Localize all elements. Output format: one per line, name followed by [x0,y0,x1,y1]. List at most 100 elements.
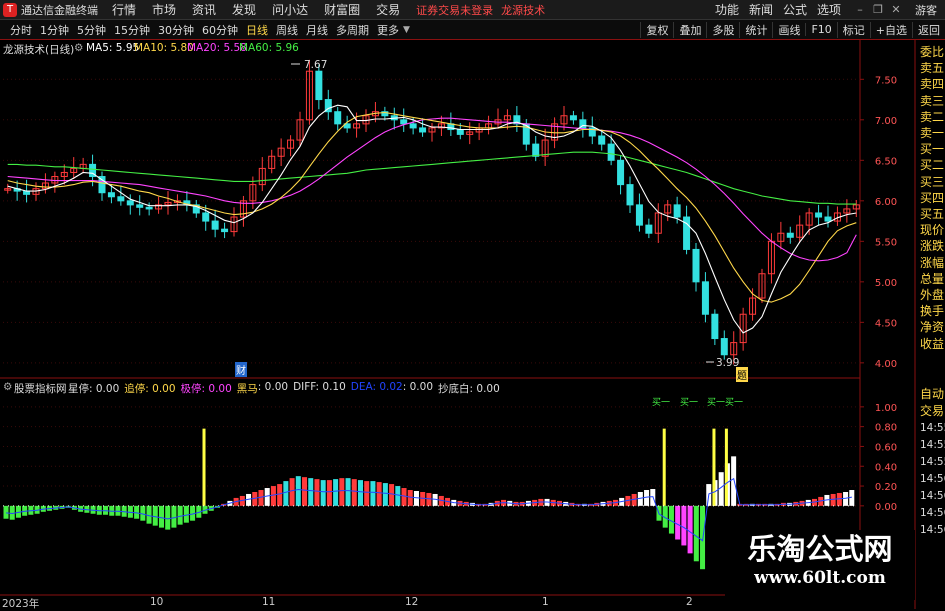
side-panel-item[interactable]: 净资 [920,319,945,335]
period-30min[interactable]: 30分钟 [154,22,198,38]
side-panel-item[interactable]: 买二 [920,157,945,173]
menu-market[interactable]: 市场 [152,1,176,18]
candle-body [136,204,144,208]
side-panel-trade-item[interactable]: 14:55 [920,420,945,436]
finance-marker[interactable]: 财 [235,362,247,377]
menu-options[interactable]: 选项 [817,1,841,18]
period-daily[interactable]: 日线 [242,22,272,38]
side-panel-item[interactable]: 买四 [920,190,945,206]
candle-body [730,342,738,356]
period-monthly[interactable]: 月线 [302,22,332,38]
side-panel-item[interactable]: 卖三 [920,93,945,109]
side-panel-trade-item[interactable]: 14:56 [920,471,945,487]
indicator-bar [413,491,419,506]
side-panel-item[interactable]: 总量 [920,271,945,287]
tool-back-button[interactable]: 返回 [912,21,945,38]
period-intraday[interactable]: 分时 [6,22,36,38]
menu-headlines[interactable]: 新闻 [749,1,773,18]
side-panel-item[interactable]: 买三 [920,174,945,190]
candle-body [428,127,436,133]
side-panel-item[interactable]: 卖四 [920,76,945,92]
indicator-bar [364,481,370,506]
side-panel-item[interactable]: 收益 [920,336,945,352]
candle-body [343,123,351,129]
tool-overlay-button[interactable]: 叠加 [673,21,706,38]
indicator-bar [320,480,326,506]
candle-body [287,139,295,149]
tool-adjust-button[interactable]: 复权 [640,21,673,38]
menu-market-quotes[interactable]: 行情 [112,1,136,18]
candle-body [503,115,511,121]
price-chart[interactable]: 7.50 7.00 6.50 6.00 5.50 5.00 4.50 4.00 1.00 0.80… [0,0,945,609]
menu-formula[interactable]: 公式 [783,1,807,18]
candle-body [145,206,153,210]
period-60min[interactable]: 60分钟 [198,22,242,38]
indicator-bar [656,505,662,521]
side-panel-item[interactable]: 外盘 [920,287,945,303]
maximize-icon[interactable]: ❐ [869,3,887,16]
candle-body [796,224,804,238]
indicator-bar [3,505,9,519]
side-panel-trade-item[interactable]: 交易 [920,403,945,419]
indicator-bar [295,476,301,506]
tool-mark-button[interactable]: 标记 [836,21,870,38]
indicator-bar [314,479,320,506]
side-panel-item[interactable]: 换手 [920,303,945,319]
menu-wealth-circle[interactable]: 财富圈 [324,1,360,18]
close-icon[interactable]: ✕ [887,3,905,16]
side-panel-item[interactable]: 买一 [920,141,945,157]
period-multi[interactable]: 多周期 [332,22,373,38]
indicator-bar [134,505,140,519]
side-panel-item[interactable]: 涨幅 [920,255,945,271]
chevron-down-icon[interactable]: ▼ [403,25,410,35]
side-panel-trade-item[interactable]: 14:56 [920,488,945,504]
minimize-icon[interactable]: – [851,3,869,16]
tool-multi-stock-button[interactable]: 多股 [706,21,739,38]
settings-icon[interactable]: ⚙ [74,42,83,54]
side-panel-item[interactable]: 涨跌 [920,238,945,254]
indicator-settings-icon[interactable]: ⚙ [3,381,12,393]
candle-body [211,220,219,230]
period-weekly[interactable]: 周线 [272,22,302,38]
side-panel-trade-item[interactable]: 自动 [920,386,945,402]
menu-discover[interactable]: 发现 [232,1,256,18]
side-panel-trade-item[interactable]: 14:56 [920,522,945,538]
candle-body [419,127,427,133]
menu-trade[interactable]: 交易 [376,1,400,18]
candle-body [777,232,785,242]
tool-draw-button[interactable]: 画线 [772,21,805,38]
side-panel-trade-item[interactable]: 14:56 [920,505,945,521]
topic-marker[interactable]: 题 [736,367,748,382]
trade-login-warning[interactable]: 证券交易未登录 [416,2,493,18]
period-1min[interactable]: 1分钟 [36,22,73,38]
tool-add-favorite-button[interactable]: +自选 [869,21,912,38]
guest-user[interactable]: 游客 [915,2,937,18]
period-15min[interactable]: 15分钟 [110,22,154,38]
indicator-legend: 星停: 0.00 追停: 0.00 极停: 0.00 黑马 : 0.00 DIF… [68,381,500,396]
period-toolbar: 分时 1分钟 5分钟 15分钟 30分钟 60分钟 日线 周线 月线 多周期 更… [0,20,945,40]
side-panel-item[interactable]: 卖一 [920,125,945,141]
candle-body [239,200,247,218]
side-panel-trade-item[interactable]: 14:55 [920,454,945,470]
tool-stats-button[interactable]: 统计 [739,21,772,38]
period-5min[interactable]: 5分钟 [73,22,110,38]
side-panel-item[interactable]: 卖二 [920,109,945,125]
indicator-bar [208,505,214,511]
indicator-bar [158,505,164,528]
menu-functions[interactable]: 功能 [715,1,739,18]
indicator-bar [127,505,133,518]
side-panel-item[interactable]: 卖五 [920,60,945,76]
menu-ask-assistant[interactable]: 问小达 [272,1,308,18]
diff-value: DIFF: 0.10 [293,381,346,393]
side-panel-item[interactable]: 买五 [920,206,945,222]
indicator-bar [550,499,556,506]
tool-f10-button[interactable]: F10 [805,23,836,36]
side-panel-item[interactable]: 委比 [920,44,945,60]
side-panel-trade-item[interactable]: 14:55 [920,437,945,453]
menu-news[interactable]: 资讯 [192,1,216,18]
candle-body [41,182,49,190]
indicator-bar [600,501,606,506]
period-more[interactable]: 更多 [373,22,403,38]
side-panel-item[interactable]: 现价 [920,222,945,238]
candles [4,59,860,365]
